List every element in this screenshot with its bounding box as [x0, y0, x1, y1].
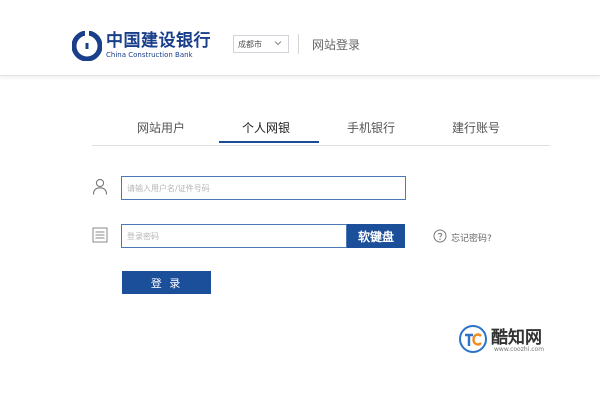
header-divider: [298, 34, 299, 54]
watermark: 酷知网 www.coozhi.com: [458, 320, 568, 356]
tab-website-user[interactable]: 网站用户: [137, 119, 185, 136]
username-input[interactable]: 请输入用户名/证件号码: [121, 176, 406, 200]
question-circle-icon: [433, 229, 447, 243]
soft-keyboard-button[interactable]: 软键盘: [347, 224, 405, 248]
site-header: 中国建设银行 China Construction Bank 成都市 网站登录: [0, 0, 600, 76]
tab-mobile-banking[interactable]: 手机银行: [347, 119, 395, 136]
password-placeholder: 登录密码: [127, 231, 159, 241]
page-title: 网站登录: [312, 38, 361, 52]
login-button[interactable]: 登 录: [122, 271, 211, 294]
ccb-logo-icon: [72, 31, 102, 61]
active-tab-indicator: [219, 141, 319, 143]
tab-ccb-account[interactable]: 建行账号: [452, 119, 500, 136]
login-type-tabs: 网站用户 个人网银 手机银行 建行账号: [92, 110, 550, 146]
coozhi-logo-icon: [459, 325, 487, 353]
watermark-url: www.coozhi.com: [494, 346, 545, 353]
ccb-logo[interactable]: 中国建设银行 China Construction Bank: [72, 30, 211, 62]
city-select[interactable]: 成都市: [233, 35, 289, 53]
tab-personal-banking[interactable]: 个人网银: [242, 119, 290, 136]
logo-chinese-name: 中国建设银行: [106, 31, 211, 51]
username-placeholder: 请输入用户名/证件号码: [127, 183, 210, 193]
watermark-name: 酷知网: [491, 328, 542, 348]
user-icon: [92, 178, 108, 195]
logo-english-name: China Construction Bank: [106, 51, 193, 59]
keyboard-icon: [92, 227, 108, 243]
city-select-value: 成都市: [238, 39, 262, 49]
chevron-down-icon: [274, 41, 282, 46]
password-input[interactable]: 登录密码: [121, 224, 347, 248]
forgot-password-link[interactable]: 忘记密码?: [451, 231, 492, 244]
